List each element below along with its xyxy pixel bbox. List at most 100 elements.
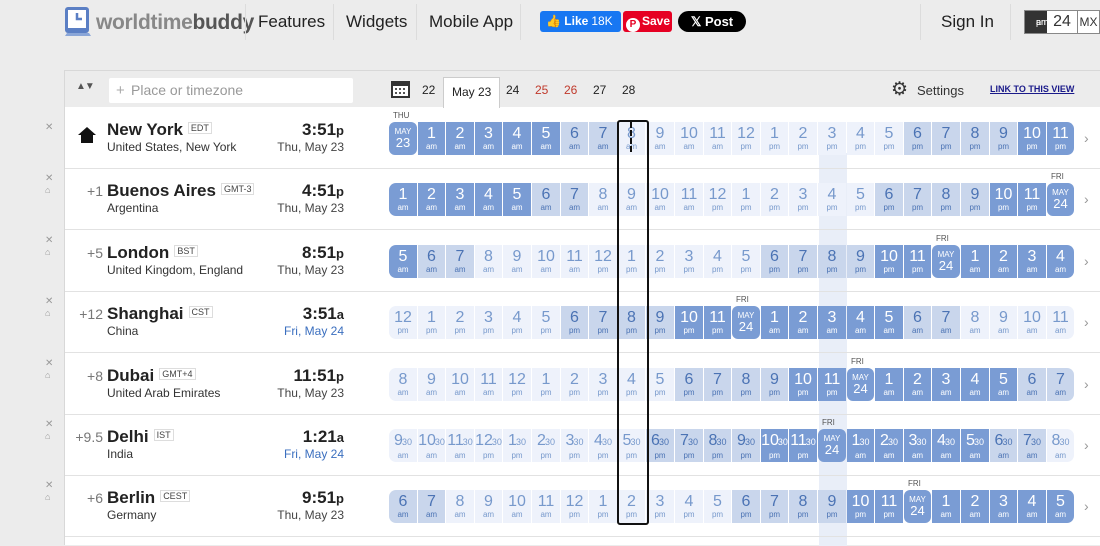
close-icon[interactable]: ✕ bbox=[45, 235, 53, 246]
hour-cell[interactable]: 1 pm bbox=[589, 490, 617, 524]
hour-cell[interactable]: 11 am bbox=[532, 490, 560, 524]
hour-cell[interactable]: 3 am bbox=[475, 122, 502, 155]
hour-cell[interactable]: 1 am bbox=[418, 122, 445, 155]
hour-cell[interactable]: 2 am bbox=[904, 367, 931, 401]
close-icon[interactable]: ✕ bbox=[45, 480, 53, 491]
hour-cell[interactable]: 5 pm bbox=[732, 244, 760, 278]
hour-cell[interactable]: 10 am bbox=[675, 122, 703, 155]
chevron-right-icon[interactable]: › bbox=[1084, 437, 1089, 453]
hour-cell[interactable]: 9 pm bbox=[761, 367, 788, 401]
hour-cell[interactable]: 8 am bbox=[446, 490, 474, 524]
hour-cell[interactable]: 3 pm bbox=[675, 244, 703, 278]
hour-cell[interactable]: 930 pm bbox=[732, 429, 760, 462]
hour-cell[interactable]: 630 am bbox=[990, 429, 1017, 462]
city-name[interactable]: Dubai GMT+4 bbox=[107, 366, 196, 386]
calendar-icon[interactable] bbox=[391, 81, 410, 98]
hour-cell[interactable]: 11 pm bbox=[1018, 183, 1046, 217]
nav-widgets[interactable]: Widgets bbox=[346, 12, 407, 32]
hour-cell[interactable]: 7 pm bbox=[761, 490, 788, 524]
hour-cell[interactable]: 7 pm bbox=[789, 244, 817, 278]
hour-cell[interactable]: 7 pm bbox=[932, 122, 960, 155]
hour-cell[interactable]: 530 am bbox=[961, 429, 989, 462]
hour-cell[interactable]: 430 am bbox=[932, 429, 960, 462]
hour-cell[interactable]: 6 am bbox=[532, 183, 560, 217]
hour-cell[interactable]: 3 pm bbox=[789, 183, 817, 217]
date-tab[interactable]: 28 bbox=[622, 83, 635, 97]
hour-cell[interactable]: 11 am bbox=[475, 367, 502, 401]
chevron-right-icon[interactable]: › bbox=[1084, 376, 1089, 392]
settings-button[interactable]: Settings bbox=[917, 83, 964, 98]
hour-cell[interactable]: 6 am bbox=[418, 244, 445, 278]
hour-cell[interactable]: 7 am bbox=[446, 244, 474, 278]
hour-cell[interactable]: 8 pm bbox=[818, 244, 846, 278]
hour-cell[interactable]: 9 am bbox=[990, 306, 1017, 340]
hour-cell[interactable]: 10 pm bbox=[875, 244, 903, 278]
hour-cell[interactable]: 230 am bbox=[875, 429, 903, 462]
hour-cell[interactable]: 630 pm bbox=[646, 429, 674, 462]
format-mixed-option[interactable]: MX bbox=[1077, 11, 1099, 33]
hour-cell[interactable]: 7 am bbox=[418, 490, 445, 524]
hour-cell[interactable]: 10 am bbox=[503, 490, 531, 524]
city-name[interactable]: Berlin CEST bbox=[107, 488, 191, 508]
hour-cell[interactable]: 1 pm bbox=[761, 122, 788, 155]
hour-cell[interactable]: 330 am bbox=[904, 429, 931, 462]
hour-cell[interactable]: 3 am bbox=[932, 367, 960, 401]
place-search-input[interactable]: + Place or timezone bbox=[109, 78, 353, 103]
hour-cell[interactable]: 12 pm bbox=[589, 244, 617, 278]
hour-cell[interactable]: 1130 pm bbox=[789, 429, 817, 462]
hour-cell[interactable]: 4 am bbox=[1018, 490, 1046, 524]
hour-cell[interactable]: 5 am bbox=[389, 244, 417, 278]
hour-cell[interactable]: 2 am bbox=[990, 244, 1017, 278]
hour-cell[interactable]: 6 pm bbox=[875, 183, 903, 217]
hour-cell[interactable]: 2 am bbox=[961, 490, 989, 524]
hour-cell[interactable]: 5 pm bbox=[646, 367, 674, 401]
hour-cell[interactable]: 8 pm bbox=[732, 367, 760, 401]
hour-cell[interactable]: 11 pm bbox=[818, 367, 846, 401]
date-tab[interactable]: 27 bbox=[593, 83, 606, 97]
sign-in-link[interactable]: Sign In bbox=[941, 12, 994, 32]
hour-cell[interactable]: 1230 pm bbox=[475, 429, 502, 462]
hour-cell[interactable]: 6 pm bbox=[904, 122, 931, 155]
hour-cell[interactable]: 5 am bbox=[532, 122, 560, 155]
hour-cell[interactable]: 4 pm bbox=[704, 244, 731, 278]
hour-cell[interactable]: 1 am bbox=[961, 244, 989, 278]
hour-cell[interactable]: 7 am bbox=[561, 183, 588, 217]
hour-cell[interactable]: 3 pm bbox=[475, 306, 502, 340]
home-marker-icon[interactable]: ⌂ bbox=[45, 370, 50, 380]
hour-cell[interactable]: 3 am bbox=[990, 490, 1017, 524]
city-name[interactable]: Shanghai CST bbox=[107, 304, 213, 324]
hour-cell[interactable]: 4 pm bbox=[847, 122, 874, 155]
hour-cell[interactable]: 4 am bbox=[503, 122, 531, 155]
chevron-right-icon[interactable]: › bbox=[1084, 498, 1089, 514]
hour-cell[interactable]: 130 pm bbox=[503, 429, 531, 462]
date-tab[interactable]: 22 bbox=[422, 83, 435, 97]
hour-cell[interactable]: 7 pm bbox=[704, 367, 731, 401]
hour-cell[interactable]: 10 pm bbox=[1018, 122, 1046, 155]
hour-cell[interactable]: 5 am bbox=[503, 183, 531, 217]
hour-cell[interactable]: 7 pm bbox=[589, 306, 617, 340]
hour-cell[interactable]: 1030 am bbox=[418, 429, 445, 462]
close-icon[interactable]: ✕ bbox=[45, 358, 53, 369]
hour-cell[interactable]: 2 am bbox=[446, 122, 474, 155]
hour-cell[interactable]: 3 pm bbox=[589, 367, 617, 401]
hour-cell[interactable]: 6 am bbox=[561, 122, 588, 155]
date-tab-weekend[interactable]: 25 bbox=[535, 83, 548, 97]
hour-cell[interactable]: 1 pm bbox=[418, 306, 445, 340]
hour-cell[interactable]: 6 am bbox=[389, 490, 417, 524]
hour-cell[interactable]: 12 pm bbox=[561, 490, 588, 524]
hour-cell[interactable]: 10 am bbox=[446, 367, 474, 401]
hour-cell[interactable]: 5 pm bbox=[875, 122, 903, 155]
home-marker-icon[interactable]: ⌂ bbox=[45, 431, 50, 441]
city-name[interactable]: Buenos Aires GMT-3 bbox=[107, 181, 255, 201]
hour-cell[interactable]: 1 pm bbox=[532, 367, 560, 401]
chevron-right-icon[interactable]: › bbox=[1084, 253, 1089, 269]
hour-cell[interactable]: 9 am bbox=[475, 490, 502, 524]
day-start-cell[interactable]: MAY 24 bbox=[732, 306, 760, 340]
sort-arrows-icon[interactable]: ▲▼ bbox=[76, 81, 95, 92]
hour-cell[interactable]: 9 am bbox=[646, 122, 674, 155]
hour-cell[interactable]: 4 pm bbox=[675, 490, 703, 524]
day-start-cell[interactable]: MAY 24 bbox=[847, 367, 874, 401]
hour-cell[interactable]: 1130 am bbox=[446, 429, 474, 462]
link-to-view[interactable]: LINK TO THIS VIEW bbox=[990, 84, 1074, 94]
chevron-right-icon[interactable]: › bbox=[1084, 314, 1089, 330]
